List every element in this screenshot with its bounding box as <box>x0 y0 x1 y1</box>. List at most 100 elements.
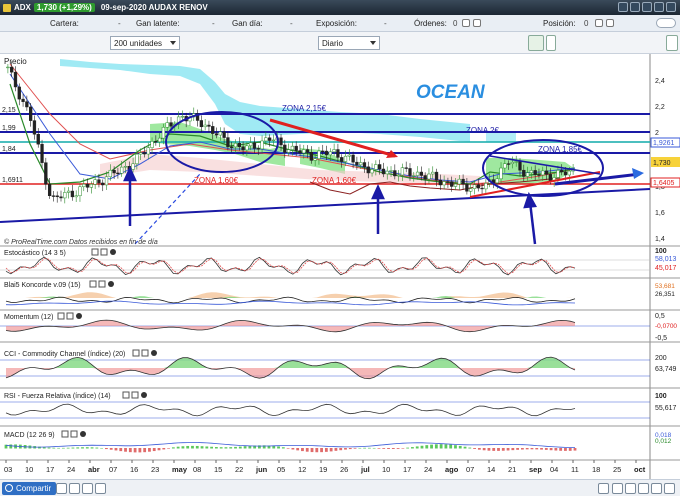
svg-text:45,017: 45,017 <box>655 265 677 272</box>
candle-body <box>415 171 420 176</box>
minimize-icon[interactable] <box>642 2 652 12</box>
position-refresh-icon[interactable] <box>606 19 614 27</box>
candle-body <box>51 195 56 197</box>
candle-body <box>381 168 386 175</box>
candle-body <box>230 146 234 148</box>
candle-body <box>154 141 158 143</box>
svg-text:100: 100 <box>655 248 667 255</box>
orders-refresh-icon[interactable] <box>473 19 481 27</box>
posicion-value: 0 <box>584 19 589 28</box>
candle-body <box>241 146 245 151</box>
time-axis-tick: 05 <box>277 465 285 474</box>
maximize-icon[interactable] <box>654 2 664 12</box>
time-axis-tick: 11 <box>571 465 579 474</box>
scroll-back-icon[interactable] <box>625 483 636 494</box>
candle-body <box>21 98 25 102</box>
candle-body <box>131 163 135 170</box>
ticker-symbol: ADX <box>14 3 31 12</box>
price-axis-tick: 2 <box>655 130 659 137</box>
menu-icon[interactable] <box>546 35 556 51</box>
settings-icon[interactable] <box>630 2 640 12</box>
macd-histogram-bar <box>564 448 567 451</box>
time-axis-tick: 10 <box>25 465 33 474</box>
collapse-toggle[interactable] <box>656 18 676 28</box>
zoom-out-icon[interactable] <box>56 483 67 494</box>
candle-body <box>17 86 21 100</box>
print-icon[interactable] <box>82 483 93 494</box>
period-select[interactable]: Diario <box>318 36 380 50</box>
candle-body <box>336 149 340 158</box>
candle-body <box>370 169 374 174</box>
platform-window: ADX 1,730 (+1,29%) 09-sep-2020 AUDAX REN… <box>0 0 680 496</box>
zoom-in-icon[interactable] <box>69 483 80 494</box>
link-icon[interactable] <box>618 2 628 12</box>
left-price-label: 1,6911 <box>2 177 23 184</box>
macd-histogram-bar <box>238 446 242 449</box>
macd-histogram-bar <box>109 448 113 450</box>
candle-body <box>59 196 63 199</box>
draw-tool-icon[interactable] <box>666 35 678 51</box>
macd-histogram-bar <box>401 448 405 449</box>
cartera-value: - <box>118 19 121 28</box>
candle-body <box>267 137 272 141</box>
scroll-end-icon[interactable] <box>651 483 662 494</box>
zona-2-label: ZONA 2€ <box>466 126 499 135</box>
svg-text:0,012: 0,012 <box>655 438 672 445</box>
macd-histogram-bar <box>71 447 75 449</box>
candle-body <box>150 141 154 148</box>
macd-histogram-bar <box>506 448 510 451</box>
units-select[interactable]: 200 unidades <box>110 36 180 50</box>
orders-book-icon[interactable] <box>462 19 470 27</box>
candle-body <box>214 133 219 136</box>
macd-histogram-bar <box>487 448 491 451</box>
macd-histogram-bar <box>463 446 467 449</box>
macd-histogram-bar <box>411 447 414 449</box>
chart-canvas[interactable]: Precio © ProRealTime.com Datos recibidos… <box>0 54 680 479</box>
left-price-label: 1,84 <box>2 146 16 153</box>
candle-body <box>29 106 33 121</box>
indicators-icon[interactable] <box>528 35 544 51</box>
candle-body <box>461 178 465 185</box>
export-icon[interactable] <box>95 483 106 494</box>
svg-text:1,9261: 1,9261 <box>653 140 675 147</box>
candle-body <box>108 169 112 178</box>
fit-icon[interactable] <box>664 483 675 494</box>
position-book-icon[interactable] <box>595 19 603 27</box>
macd-histogram-bar <box>124 448 127 452</box>
units-select-value: 200 unidades <box>114 39 163 48</box>
scroll-forward-icon[interactable] <box>638 483 649 494</box>
macd-histogram-bar <box>492 448 496 451</box>
rsi-label: RSI - Fuerza Relativa (índice) (14) <box>4 393 111 400</box>
macd-histogram-bar <box>277 446 280 449</box>
time-axis-tick: may <box>172 465 188 474</box>
candle-body <box>434 171 439 181</box>
macd-histogram-bar <box>540 448 543 450</box>
candle-body <box>233 143 238 148</box>
macd-histogram-bar <box>138 448 142 453</box>
svg-text:0,5: 0,5 <box>655 313 665 320</box>
macd-histogram-bar <box>511 448 515 451</box>
macd-histogram-bar <box>573 448 577 451</box>
panel-close-icon <box>141 392 147 398</box>
scroll-start-icon[interactable] <box>612 483 623 494</box>
time-axis-tick: sep <box>529 465 542 474</box>
candle-body <box>522 169 526 177</box>
time-axis-tick: jul <box>360 465 370 474</box>
candle-body <box>237 143 241 148</box>
macd-histogram-bar <box>516 448 520 450</box>
cartera-label: Cartera: <box>50 19 79 28</box>
share-button[interactable]: Compartir <box>2 482 57 495</box>
macd-histogram-bar <box>501 448 505 451</box>
candle-body <box>279 137 283 146</box>
candle-body <box>503 163 507 169</box>
zona-185-label: ZONA 1,85€ <box>538 145 583 154</box>
macd-histogram-bar <box>406 447 410 449</box>
macd-histogram-bar <box>90 447 94 449</box>
close-icon[interactable] <box>666 2 676 12</box>
macd-histogram-bar <box>477 448 481 450</box>
candle-body <box>544 170 549 175</box>
candle-body <box>472 184 477 189</box>
macd-histogram-bar <box>320 448 323 453</box>
timeline-icon[interactable] <box>598 483 609 494</box>
macd-histogram-bar <box>205 446 209 449</box>
